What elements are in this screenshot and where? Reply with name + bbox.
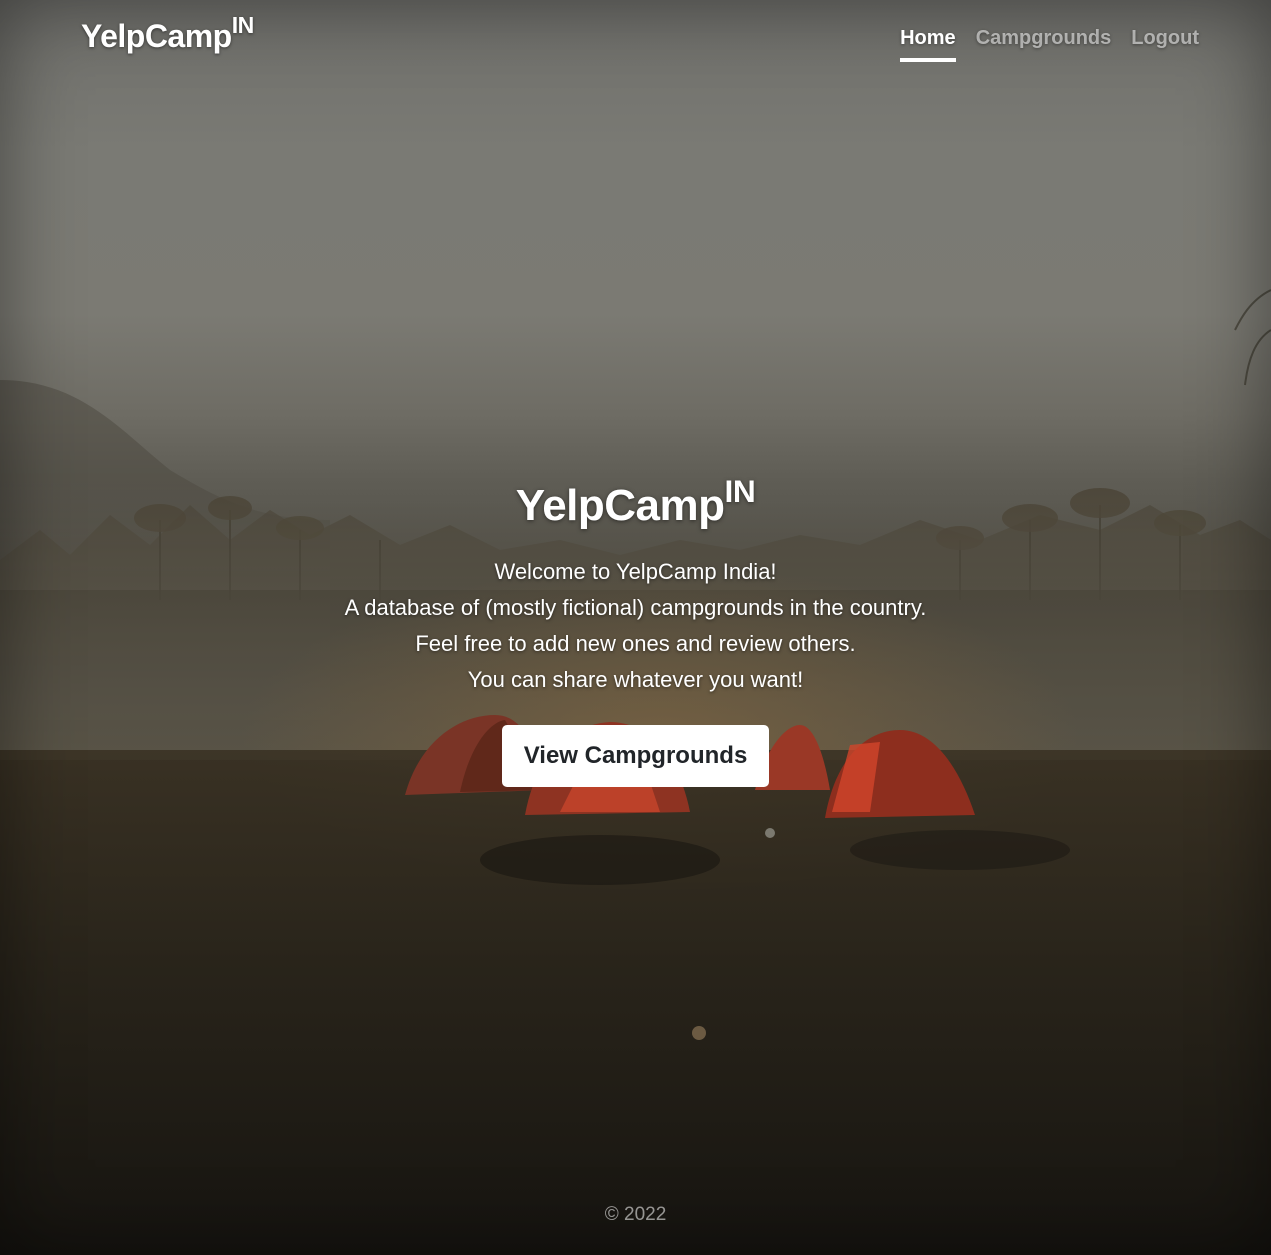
- site-header: YelpCampIN Home Campgrounds Logout: [0, 0, 1271, 80]
- copyright-text: © 2022: [604, 1204, 667, 1225]
- hero-line-database: A database of (mostly fictional) campgro…: [344, 595, 927, 620]
- brand-logo[interactable]: YelpCampIN: [81, 14, 254, 55]
- hero-section: YelpCampIN Welcome to YelpCamp India! A …: [0, 476, 1271, 787]
- brand-suffix: IN: [231, 12, 255, 39]
- hero-description: Welcome to YelpCamp India! A database of…: [0, 554, 1271, 698]
- hero-line-add-review: Feel free to add new ones and review oth…: [415, 631, 856, 656]
- hero-line-welcome: Welcome to YelpCamp India!: [494, 559, 777, 584]
- nav-link-logout[interactable]: Logout: [1131, 27, 1199, 62]
- nav-link-home[interactable]: Home: [900, 27, 956, 62]
- main-nav: Home Campgrounds Logout: [900, 27, 1199, 62]
- brand-name: YelpCamp: [81, 18, 232, 54]
- hero-title-suffix: IN: [724, 473, 756, 510]
- hero-title: YelpCampIN: [0, 476, 1271, 536]
- page: YelpCampIN Home Campgrounds Logout YelpC…: [0, 0, 1271, 1255]
- hero-line-share: You can share whatever you want!: [467, 667, 804, 692]
- view-campgrounds-button[interactable]: View Campgrounds: [501, 725, 770, 787]
- nav-link-campgrounds[interactable]: Campgrounds: [976, 27, 1112, 62]
- hero-title-name: YelpCamp: [515, 481, 725, 530]
- site-footer: © 2022: [0, 1204, 1271, 1226]
